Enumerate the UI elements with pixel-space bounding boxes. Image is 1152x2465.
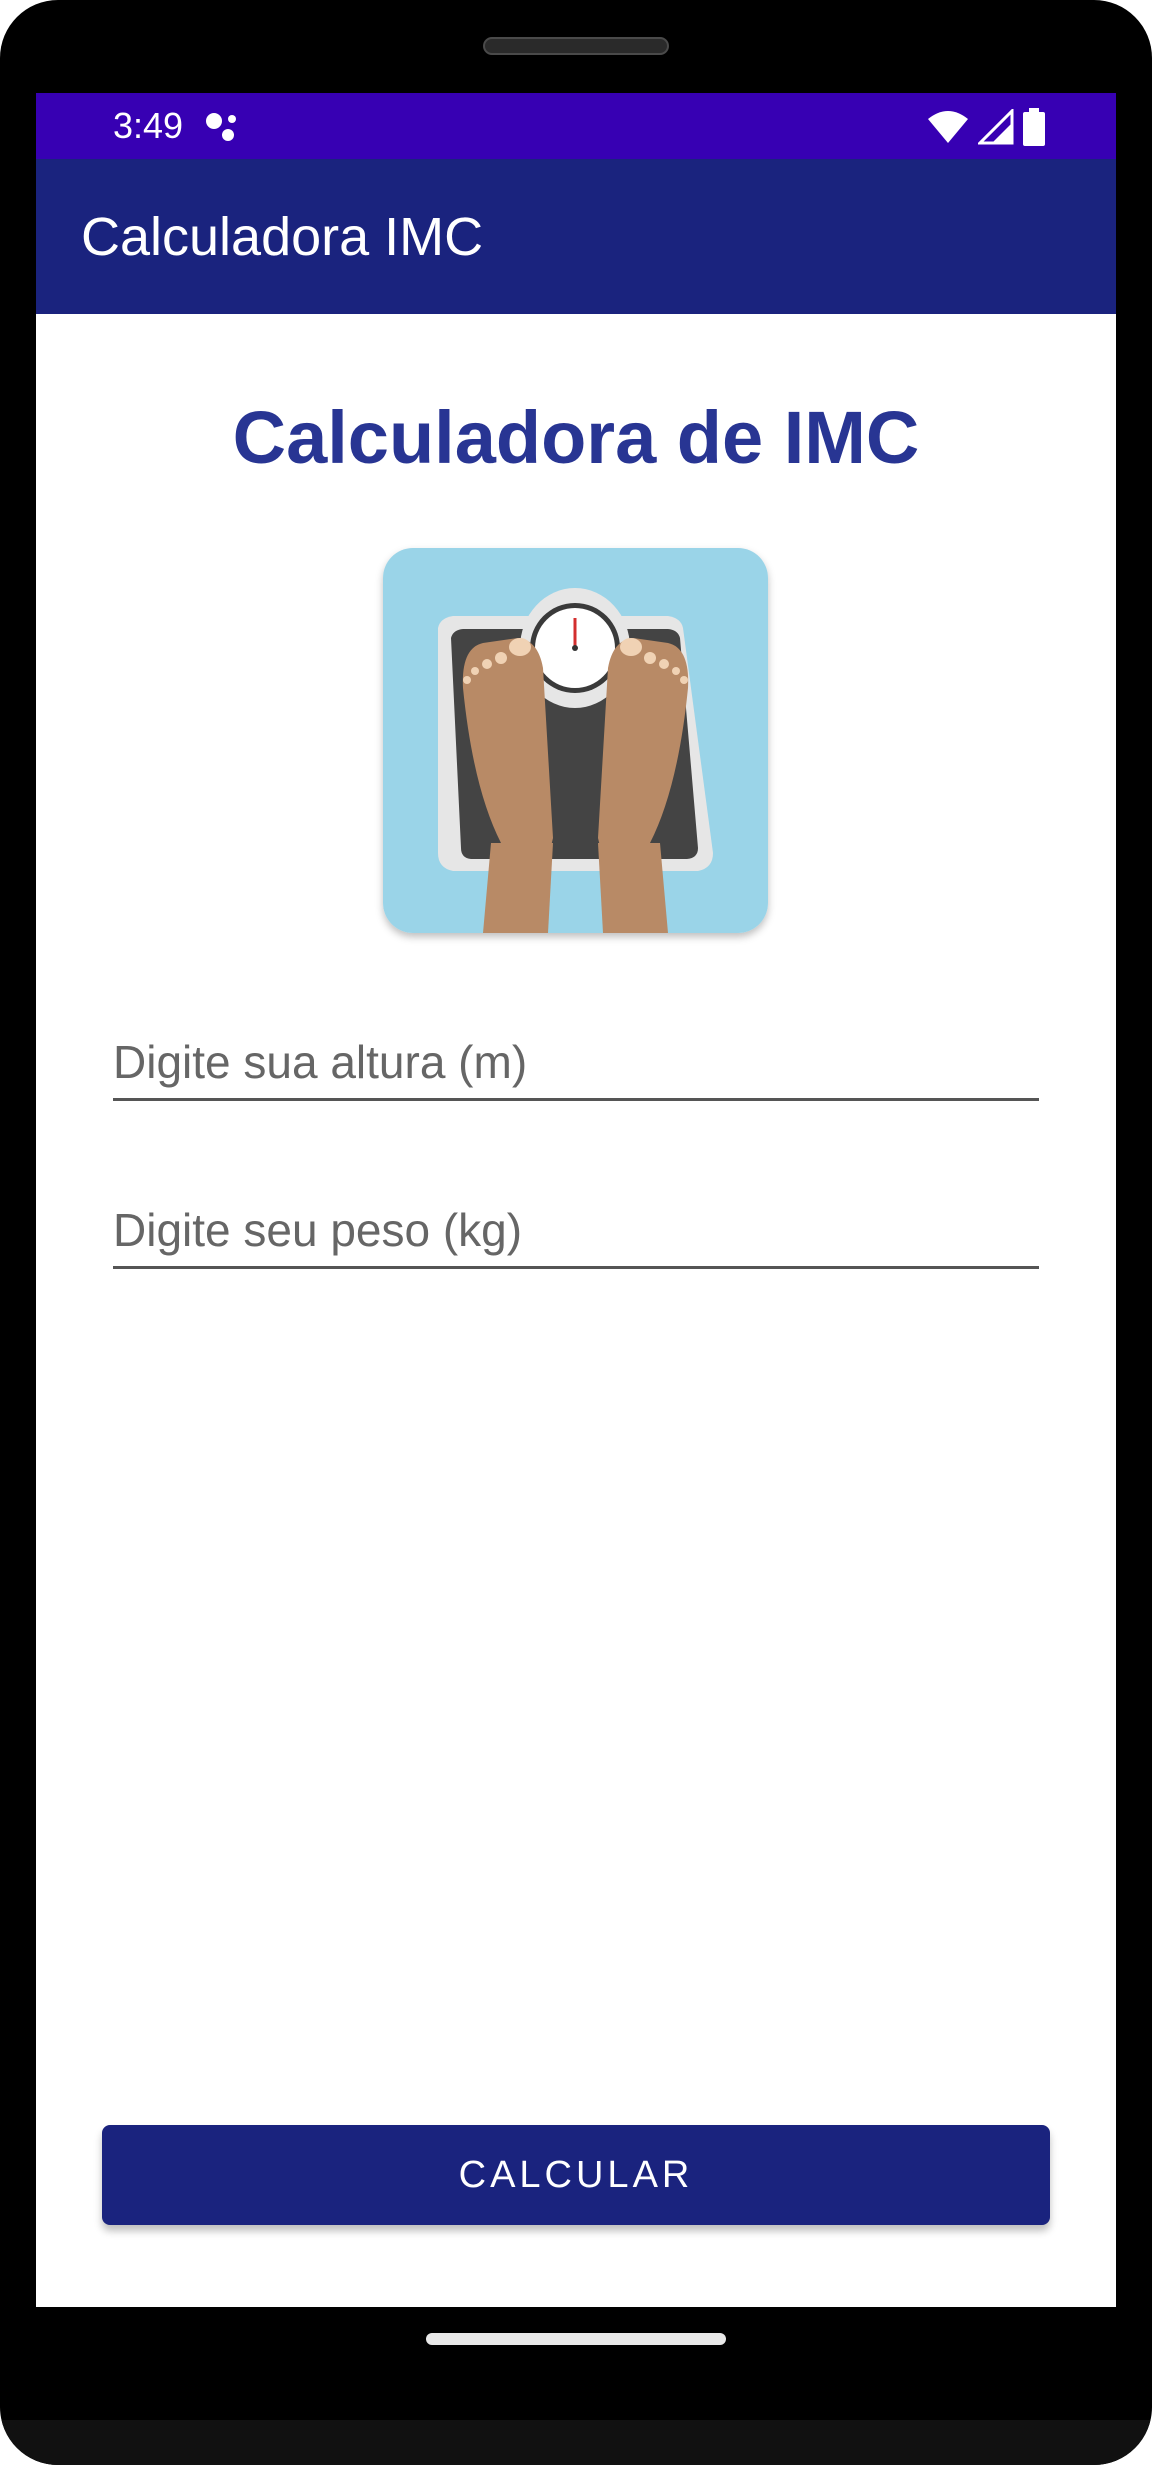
earpiece-speaker <box>483 37 669 55</box>
calculate-button[interactable]: CALCULAR <box>102 2125 1050 2225</box>
weight-field <box>113 1179 1039 1269</box>
bathroom-scale-feet-icon <box>383 548 768 933</box>
height-input[interactable] <box>113 1034 1039 1090</box>
phone-frame: 3:49 Calculadora IMC Calculadora de IMC … <box>0 0 1152 2465</box>
bottom-bezel <box>0 2420 1152 2465</box>
app-bar-title: Calculadora IMC <box>81 207 484 267</box>
battery-icon <box>1023 108 1045 146</box>
page-title: Calculadora de IMC <box>232 396 920 479</box>
screen: 3:49 Calculadora IMC Calculadora de IMC … <box>36 93 1116 2307</box>
app-bar: Calculadora IMC <box>36 159 1116 314</box>
weight-input[interactable] <box>113 1202 1039 1258</box>
wifi-icon <box>928 111 968 143</box>
status-icons <box>926 107 1046 147</box>
signal-icon <box>978 109 1014 145</box>
height-field <box>113 1011 1039 1101</box>
status-time: 3:49 <box>113 105 184 146</box>
status-bar: 3:49 <box>36 93 1116 159</box>
home-gesture-bar[interactable] <box>426 2333 726 2345</box>
assistant-dots-icon <box>206 113 236 141</box>
